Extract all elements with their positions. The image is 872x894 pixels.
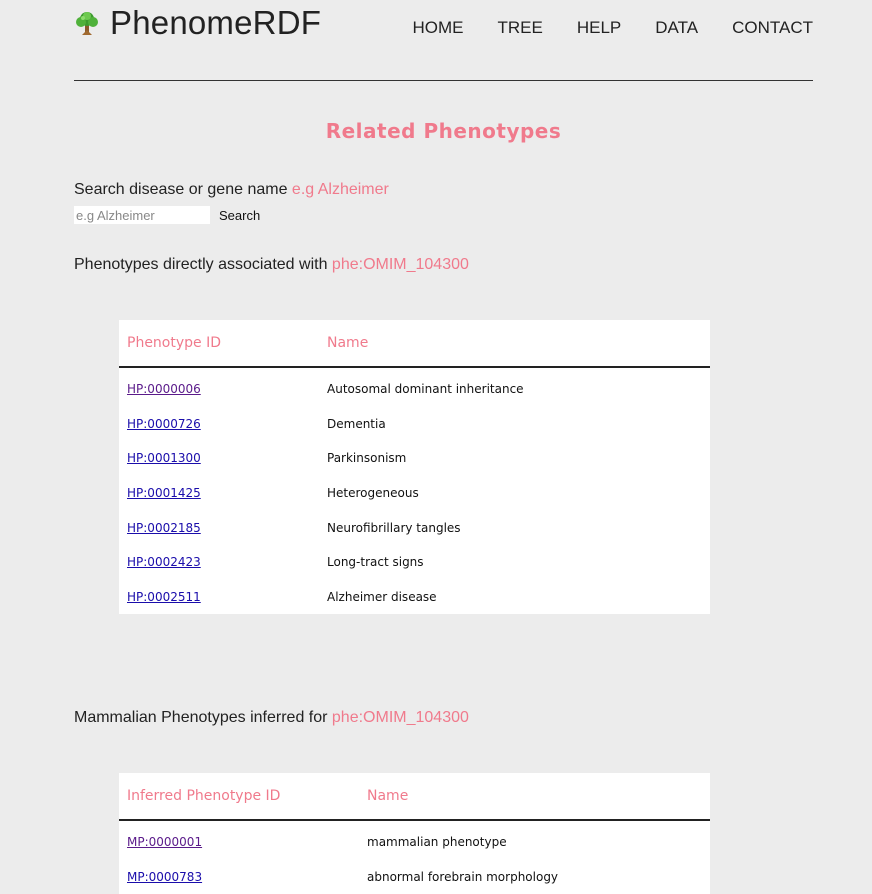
column-header-inferred-phenotype-id: Inferred Phenotype ID <box>119 773 359 821</box>
cell-name: Long-tract signs <box>327 555 424 570</box>
page-title: Related Phenotypes <box>325 119 562 143</box>
cell-name: Neurofibrillary tangles <box>327 520 461 535</box>
page: PhenomeRDF HOME TREE HELP DATA CONTACT R… <box>74 0 813 894</box>
inferred-section-label: Mammalian Phenotypes inferred for phe:OM… <box>74 709 469 727</box>
cell-id: MP:0000001 <box>119 820 359 860</box>
main-nav: HOME TREE HELP DATA CONTACT <box>379 18 814 38</box>
table-row: MP:0000783 abnormal forebrain morphology <box>119 860 710 894</box>
cell-id: HP:0000726 <box>119 407 319 442</box>
direct-target: phe:OMIM_104300 <box>331 256 469 273</box>
cell-id: HP:0001300 <box>119 441 319 476</box>
cell-name: Dementia <box>327 416 386 431</box>
header: PhenomeRDF HOME TREE HELP DATA CONTACT <box>74 0 813 81</box>
cell-id: HP:0002511 <box>119 580 319 615</box>
search-input[interactable] <box>74 206 210 224</box>
table-row: HP:0001300 Parkinsonism <box>119 441 710 476</box>
phenotype-link[interactable]: HP:0002423 <box>127 555 201 569</box>
column-header-name: Name <box>319 320 710 368</box>
cell-name: mammalian phenotype <box>367 835 507 850</box>
logo-link[interactable]: PhenomeRDF <box>74 4 321 42</box>
cell-id: MP:0000783 <box>119 860 359 894</box>
inferred-label-text: Mammalian Phenotypes inferred for <box>74 709 328 726</box>
table-row: HP:0002423 Long-tract signs <box>119 545 710 580</box>
search-example: e.g Alzheimer <box>291 181 389 198</box>
search-label-text: Search disease or gene name <box>74 181 288 198</box>
search-form: Search <box>74 206 266 224</box>
site-title: PhenomeRDF <box>110 4 322 41</box>
table-row: HP:0002185 Neurofibrillary tangles <box>119 510 710 545</box>
column-header-phenotype-id: Phenotype ID <box>119 320 319 368</box>
cell-id: HP:0001425 <box>119 476 319 511</box>
phenotype-link[interactable]: HP:0001425 <box>127 486 201 500</box>
cell-name: Parkinsonism <box>327 451 407 466</box>
table-header-row: Inferred Phenotype ID Name <box>119 773 710 821</box>
nav-data[interactable]: DATA <box>655 18 698 38</box>
cell-id: HP:0002185 <box>119 510 319 545</box>
inferred-phenotypes-table-wrap: Inferred Phenotype ID Name MP:0000001 ma… <box>119 773 710 894</box>
direct-phenotypes-table: Phenotype ID Name HP:0000006 Autosomal d… <box>119 320 710 614</box>
table-row: HP:0002511 Alzheimer disease <box>119 580 710 615</box>
cell-name: Autosomal dominant inheritance <box>327 382 524 397</box>
cell-name: abnormal forebrain morphology <box>367 869 559 884</box>
search-button[interactable]: Search <box>213 208 266 223</box>
nav-home[interactable]: HOME <box>413 18 464 38</box>
cell-name: Alzheimer disease <box>327 589 437 604</box>
table-header-row: Phenotype ID Name <box>119 320 710 368</box>
cell-id: HP:0002423 <box>119 545 319 580</box>
table-row: MP:0000001 mammalian phenotype <box>119 820 710 860</box>
direct-section-label: Phenotypes directly associated with phe:… <box>74 256 469 274</box>
table-row: HP:0000726 Dementia <box>119 407 710 442</box>
nav-contact[interactable]: CONTACT <box>732 18 813 38</box>
nav-help[interactable]: HELP <box>577 18 621 38</box>
phenotype-link[interactable]: HP:0002511 <box>127 590 201 604</box>
direct-phenotypes-table-wrap: Phenotype ID Name HP:0000006 Autosomal d… <box>119 320 710 615</box>
phenotype-link[interactable]: HP:0000726 <box>127 417 201 431</box>
phenotype-link[interactable]: HP:0000006 <box>127 382 201 396</box>
tree-icon <box>76 12 98 35</box>
inferred-target: phe:OMIM_104300 <box>331 709 469 726</box>
table-row: HP:0000006 Autosomal dominant inheritanc… <box>119 367 710 407</box>
phenotype-link[interactable]: HP:0002185 <box>127 521 201 535</box>
search-label: Search disease or gene name e.g Alzheime… <box>74 181 389 199</box>
phenotype-link[interactable]: MP:0000783 <box>127 870 202 884</box>
direct-label-text: Phenotypes directly associated with <box>74 256 328 273</box>
cell-id: HP:0000006 <box>119 367 319 407</box>
inferred-phenotypes-table: Inferred Phenotype ID Name MP:0000001 ma… <box>119 773 710 894</box>
nav-tree[interactable]: TREE <box>498 18 543 38</box>
table-row: HP:0001425 Heterogeneous <box>119 476 710 511</box>
phenotype-link[interactable]: MP:0000001 <box>127 835 202 849</box>
phenotype-link[interactable]: HP:0001300 <box>127 451 201 465</box>
cell-name: Heterogeneous <box>327 486 419 501</box>
column-header-name: Name <box>359 773 710 821</box>
